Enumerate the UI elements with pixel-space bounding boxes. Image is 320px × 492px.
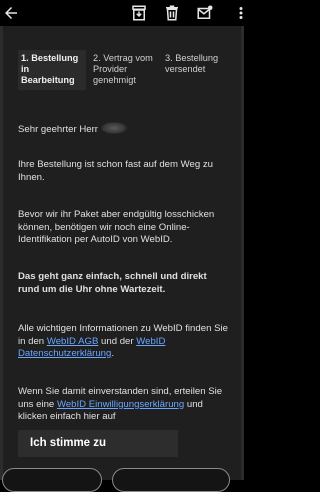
step-2: 2. Vertrag vom Provider genehmigt [93,53,153,85]
top-app-bar [0,0,244,26]
bottom-action-right[interactable] [112,468,230,492]
agree-button[interactable]: Ich stimme zu [18,430,178,457]
step-3: 3. Bestellung versendet [165,53,219,74]
right-edge [241,26,244,480]
mark-unread-icon[interactable] [196,4,214,22]
left-edge [0,26,3,480]
paragraph-2: Bevor wir ihr Paket aber endgültig lossc… [18,209,215,245]
agb-link[interactable]: WebID AGB [47,336,99,347]
consent-link[interactable]: WebID Einwilligungserklärung [57,399,184,410]
greeting: Sehr geehrter Herr [18,122,230,137]
back-arrow-icon[interactable] [2,4,20,22]
more-icon[interactable] [232,4,244,22]
redacted-name [100,122,127,134]
bottom-action-left[interactable] [2,468,102,492]
delete-icon[interactable] [163,4,181,22]
paragraph-3: Das geht ganz einfach, schnell und direk… [18,271,207,295]
archive-icon[interactable] [130,4,148,22]
p4-text-3: . [111,348,114,359]
greeting-text: Sehr geehrter Herr [18,124,98,135]
step-1: 1. Bestellung in Bearbeitung [18,50,86,90]
paragraph-5: Wenn Sie damit einverstanden sind, ertei… [18,386,230,424]
p4-text-2: und der [98,335,137,347]
order-progress: 1. Bestellung in Bearbeitung 2. Vertrag … [18,50,230,90]
paragraph-4: Alle wichtigen Informationen zu WebID fi… [18,323,230,361]
paragraph-1: Ihre Bestellung ist schon fast auf dem W… [18,159,213,183]
